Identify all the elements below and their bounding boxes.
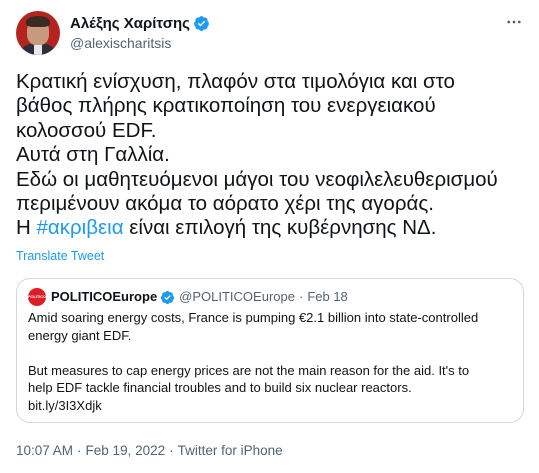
quoted-link: bit.ly/3I3Xdjk [28, 397, 102, 413]
tweet: Αλέξης Χαρίτσης @alexischaritsis Κρατική… [0, 0, 539, 473]
quoted-tweet-text: Amid soaring energy costs, France is pum… [28, 309, 514, 414]
tweet-source[interactable]: Twitter for iPhone [178, 443, 283, 458]
tweet-text-prefix: Η [16, 216, 37, 240]
author-name-row: Αλέξης Χαρίτσης [70, 14, 210, 33]
quoted-line: energy giant EDF. [28, 327, 132, 343]
quoted-line: help EDF tackle financial troubles and t… [28, 380, 412, 395]
verified-badge-icon [193, 15, 210, 32]
politico-avatar[interactable]: POLITICO [28, 288, 46, 306]
tweet-line: βάθος πλήρης κρατικοποίηση του ενεργειακ… [16, 94, 436, 118]
tweet-line: περιμένουν ακόμα το αόρατο χέρι της αγορ… [16, 192, 434, 216]
tweet-line: Εδώ οι μαθητευόμενοι μάγοι του νεοφιλελε… [16, 167, 498, 191]
quoted-display-name[interactable]: POLITICOEurope [51, 289, 157, 305]
tweet-line: Κρατική ενίσχυση, πλαφόν στα τιμολόγια κ… [16, 70, 455, 93]
quoted-tweet-card[interactable]: POLITICO POLITICOEurope @POLITICOEurope … [16, 278, 524, 423]
author-display-name[interactable]: Αλέξης Χαρίτσης [70, 14, 190, 33]
quoted-line: Amid soaring energy costs, France is pum… [28, 310, 479, 325]
tweet-text: Κρατική ενίσχυση, πλαφόν στα τιμολόγια κ… [16, 70, 526, 241]
author-avatar[interactable] [16, 11, 60, 55]
tweet-line: κολοσσού EDF. [16, 118, 157, 142]
hashtag-link[interactable]: #ακριβεια [37, 216, 124, 239]
separator-dot: · [169, 443, 174, 458]
separator-dot: · [298, 289, 304, 304]
more-options-icon[interactable] [502, 12, 526, 32]
tweet-date[interactable]: Feb 19, 2022 [86, 443, 166, 458]
tweet-line-last: Η #ακριβεια είναι επιλογή της κυβέρνησης… [16, 216, 526, 240]
author-handle[interactable]: @alexischaritsis [70, 34, 171, 52]
tweet-time[interactable]: 10:07 AM [16, 443, 73, 458]
quoted-handle[interactable]: @POLITICOEurope [179, 289, 295, 305]
avatar-hair [26, 16, 50, 27]
tweet-meta: 10:07 AM · Feb 19, 2022 · Twitter for iPhone [16, 442, 283, 459]
tweet-text-suffix: είναι επιλογή της κυβέρνησης ΝΔ. [123, 216, 437, 240]
verified-badge-icon [160, 290, 175, 305]
translate-tweet-link[interactable]: Translate Tweet [16, 248, 104, 264]
quoted-date[interactable]: Feb 18 [307, 289, 347, 305]
quoted-tweet-header: POLITICO POLITICOEurope @POLITICOEurope … [28, 288, 348, 306]
tweet-line: Αυτά στη Γαλλία. [16, 143, 170, 167]
quoted-line: But measures to cap energy prices are no… [28, 362, 470, 378]
separator-dot: · [77, 443, 82, 458]
